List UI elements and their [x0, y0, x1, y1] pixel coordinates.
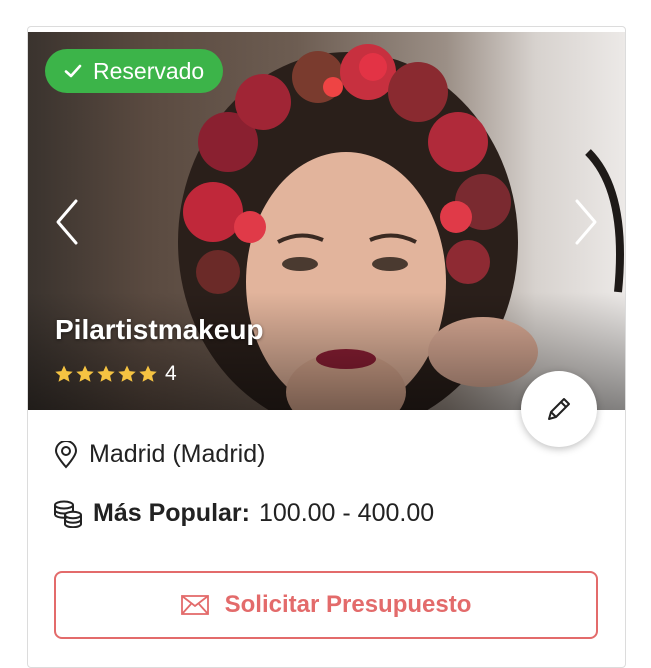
location-pin-icon	[54, 440, 78, 468]
location-text: Madrid (Madrid)	[89, 440, 266, 468]
envelope-icon	[180, 595, 209, 615]
star-icon	[97, 365, 115, 382]
price-row: Más Popular: 100.00 - 400.00	[53, 499, 434, 528]
vendor-card[interactable]: Reservado Pilartistmakeup 4 Madrid (Madr…	[27, 26, 626, 668]
check-icon	[64, 64, 82, 78]
vendor-photo[interactable]: Reservado Pilartistmakeup 4	[28, 32, 625, 410]
star-icon	[55, 365, 73, 382]
price-label: Más Popular:	[93, 499, 250, 527]
edit-button[interactable]	[521, 371, 597, 447]
star-icon	[139, 365, 157, 382]
star-icon	[76, 365, 94, 382]
reserved-badge-label: Reservado	[93, 57, 205, 84]
reserved-badge: Reservado	[45, 49, 223, 93]
vendor-name[interactable]: Pilartistmakeup	[55, 314, 264, 346]
chevron-left-icon[interactable]	[52, 197, 82, 247]
price-value: 100.00 - 400.00	[258, 499, 435, 527]
chevron-right-icon[interactable]	[571, 197, 601, 247]
coins-icon	[54, 500, 82, 528]
request-quote-button[interactable]: Solicitar Presupuesto	[54, 571, 598, 639]
vendor-rating: 4	[54, 362, 177, 386]
review-count: 4	[165, 362, 177, 385]
request-quote-label: Solicitar Presupuesto	[224, 591, 472, 618]
pencil-icon	[548, 398, 570, 420]
location-row: Madrid (Madrid)	[53, 440, 265, 469]
star-icon	[118, 365, 136, 382]
